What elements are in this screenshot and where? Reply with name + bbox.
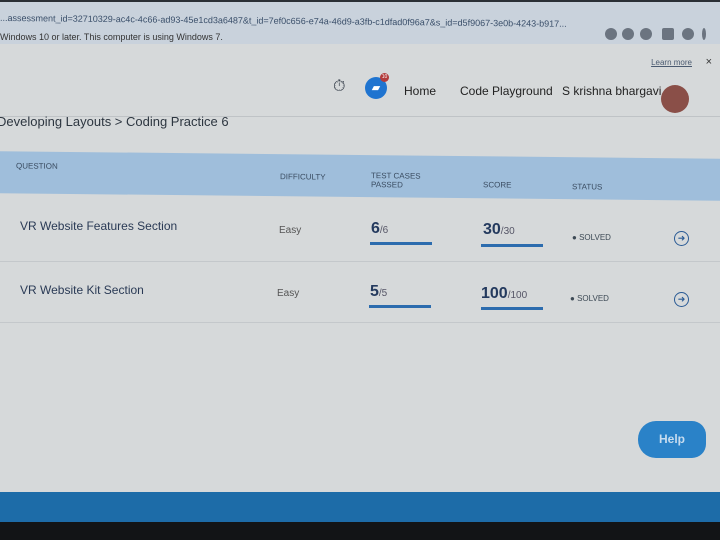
- table-row[interactable]: VR Website Features Section Easy 6/6 30/…: [0, 202, 720, 262]
- learn-more-link[interactable]: Learn more: [651, 58, 692, 67]
- table-row[interactable]: VR Website Kit Section Easy 5/5 100/100 …: [0, 263, 720, 323]
- test-cases-progress-bar: [370, 242, 432, 245]
- header-question: QUESTION: [16, 161, 58, 171]
- info-bar: Windows 10 or later. This computer is us…: [0, 28, 720, 50]
- difficulty: Easy: [279, 225, 302, 236]
- arrow-right-icon[interactable]: ➜: [674, 231, 689, 246]
- arrow-right-icon[interactable]: ➜: [674, 292, 689, 307]
- notification-badge: 10: [380, 73, 389, 82]
- nav-home[interactable]: Home: [404, 84, 436, 98]
- breadcrumb: Developing Layouts > Coding Practice 6: [0, 114, 229, 129]
- screen-bezel: [0, 522, 720, 540]
- status-badge: ● SOLVED: [572, 233, 611, 242]
- question-name[interactable]: VR Website Kit Section: [20, 283, 144, 297]
- help-button[interactable]: Help: [638, 421, 706, 458]
- stopwatch-icon[interactable]: ⏱: [333, 78, 345, 96]
- test-cases-passed: 6/6: [371, 220, 389, 237]
- header-status: STATUS: [572, 182, 603, 192]
- header-difficulty: DIFFICULTY: [280, 172, 326, 182]
- table-header: QUESTION DIFFICULTY TEST CASES PASSED SC…: [0, 151, 720, 201]
- score-progress-bar: [481, 244, 543, 247]
- taskbar: [0, 492, 720, 522]
- info-text: Windows 10 or later. This computer is us…: [0, 32, 223, 42]
- avatar[interactable]: [661, 85, 689, 113]
- status-badge: ● SOLVED: [570, 294, 609, 303]
- header-test-cases: TEST CASES PASSED: [371, 171, 421, 190]
- nav-code-playground[interactable]: Code Playground: [460, 84, 553, 98]
- close-icon[interactable]: ×: [706, 56, 712, 68]
- score-progress-bar: [481, 307, 543, 310]
- url-text[interactable]: ...assessment_id=32710329-ac4c-4c66-ad93…: [0, 13, 590, 29]
- test-cases-passed: 5/5: [370, 283, 388, 300]
- header-score: SCORE: [483, 180, 512, 190]
- score: 100/100: [481, 285, 528, 302]
- question-name[interactable]: VR Website Features Section: [20, 219, 177, 233]
- difficulty: Easy: [277, 288, 300, 299]
- test-cases-progress-bar: [369, 305, 431, 308]
- user-name[interactable]: S krishna bhargavi: [562, 84, 661, 98]
- score: 30/30: [483, 221, 515, 238]
